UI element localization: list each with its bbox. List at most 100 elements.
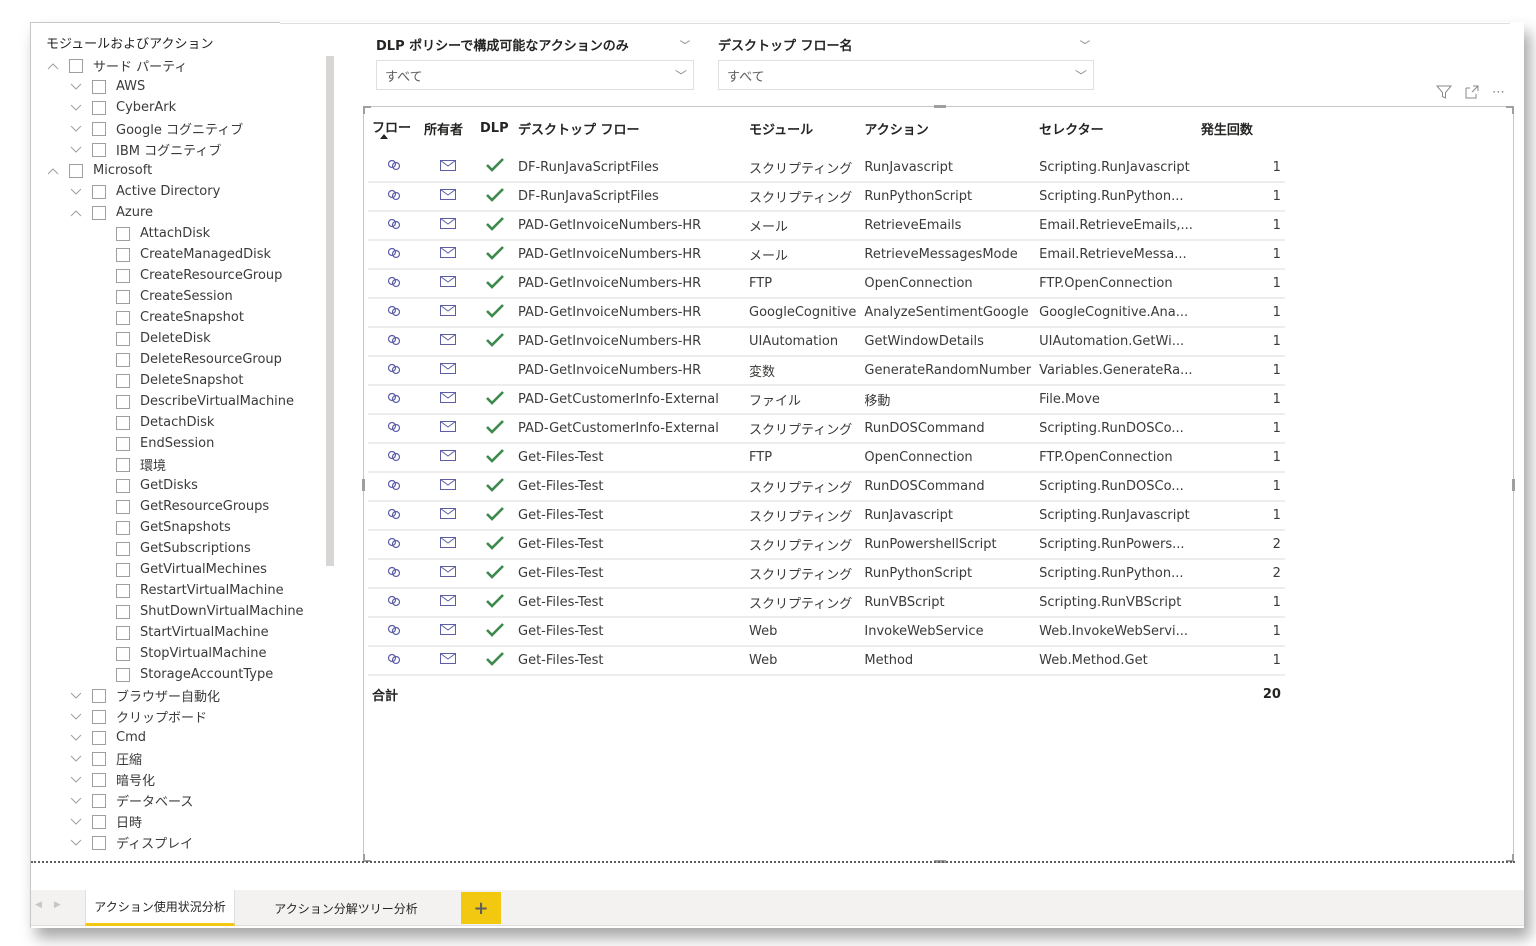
slicer-checkbox[interactable]: [116, 289, 130, 304]
chevron-down-icon[interactable]: [69, 710, 83, 724]
mail-icon[interactable]: [440, 247, 456, 262]
column-header-flow[interactable]: フロー: [368, 115, 420, 141]
flow-link-icon[interactable]: [386, 276, 402, 292]
column-header-count[interactable]: 発生回数: [1197, 115, 1285, 141]
mail-icon[interactable]: [440, 450, 456, 465]
table-row[interactable]: PAD-GetInvoiceNumbers-HR 変数 GenerateRandom…: [368, 356, 1285, 386]
chevron-down-icon[interactable]: [69, 122, 83, 136]
flow-link-icon[interactable]: [386, 305, 402, 321]
flow-link-icon[interactable]: [386, 421, 402, 437]
mail-icon[interactable]: [440, 392, 456, 407]
table-row[interactable]: PAD-GetInvoiceNumbers-HR GoogleCognitive A…: [368, 298, 1285, 328]
resize-handle[interactable]: [362, 479, 365, 491]
resize-handle[interactable]: [934, 105, 946, 108]
flow-link-icon[interactable]: [386, 537, 402, 553]
slicer-item[interactable]: 環境: [46, 454, 340, 475]
slicer-item[interactable]: Google コグニティブ: [46, 118, 340, 139]
table-row[interactable]: PAD-GetCustomerInfo-External スクリプティング RunD…: [368, 414, 1285, 444]
slicer-item[interactable]: 日時: [46, 811, 340, 832]
slicer-item[interactable]: Active Directory: [46, 181, 340, 202]
slicer-checkbox[interactable]: [92, 205, 106, 220]
flow-link-icon[interactable]: [386, 508, 402, 524]
table-row[interactable]: PAD-GetInvoiceNumbers-HR メール RetrieveEmail…: [368, 211, 1285, 241]
mail-icon[interactable]: [440, 276, 456, 291]
slicer-item[interactable]: IBM コグニティブ: [46, 139, 340, 160]
slicer-checkbox[interactable]: [92, 709, 106, 724]
mail-icon[interactable]: [440, 159, 456, 175]
mail-icon[interactable]: [440, 189, 456, 204]
slicer-item[interactable]: StopVirtualMachine: [46, 643, 340, 664]
slicer-item[interactable]: GetSnapshots: [46, 517, 340, 538]
table-row[interactable]: Get-Files-Test Web Method Web.Method.Get 1: [368, 646, 1285, 676]
slicer-item[interactable]: Azure: [46, 202, 340, 223]
dlp-filter-select[interactable]: すべて ﹀: [376, 60, 694, 90]
mail-icon[interactable]: [440, 305, 456, 320]
chevron-down-icon[interactable]: [69, 836, 83, 850]
slicer-checkbox[interactable]: [116, 520, 130, 535]
mail-icon[interactable]: [440, 363, 456, 378]
slicer-checkbox[interactable]: [116, 562, 130, 577]
slicer-item[interactable]: DeleteSnapshot: [46, 370, 340, 391]
slicer-checkbox[interactable]: [116, 625, 130, 640]
flow-link-icon[interactable]: [386, 218, 402, 234]
slicer-item[interactable]: DescribeVirtualMachine: [46, 391, 340, 412]
table-row[interactable]: DF-RunJavaScriptFiles スクリプティング RunJavascri…: [368, 153, 1285, 183]
focus-mode-icon[interactable]: [1464, 84, 1480, 100]
add-page-button[interactable]: +: [461, 892, 501, 924]
slicer-checkbox[interactable]: [116, 226, 130, 241]
slicer-checkbox[interactable]: [116, 310, 130, 325]
chevron-down-icon[interactable]: [69, 80, 83, 94]
flow-link-icon[interactable]: [386, 566, 402, 582]
slicer-checkbox[interactable]: [92, 814, 106, 829]
slicer-checkbox[interactable]: [116, 394, 130, 409]
chevron-down-icon[interactable]: [69, 101, 83, 115]
column-header-module[interactable]: モジュール: [745, 115, 860, 141]
slicer-checkbox[interactable]: [116, 373, 130, 388]
slicer-checkbox[interactable]: [92, 688, 106, 703]
flow-link-icon[interactable]: [386, 624, 402, 640]
slicer-item[interactable]: 圧縮: [46, 748, 340, 769]
column-header-selector[interactable]: セレクター: [1035, 115, 1197, 141]
mail-icon[interactable]: [440, 421, 456, 436]
table-row[interactable]: Get-Files-Test スクリプティング RunJavascript Scrip…: [368, 501, 1285, 531]
table-row[interactable]: Get-Files-Test スクリプティング RunDOSCommand Scrip…: [368, 472, 1285, 502]
slicer-checkbox[interactable]: [92, 79, 106, 94]
chevron-down-icon[interactable]: [69, 773, 83, 787]
slicer-checkbox[interactable]: [92, 772, 106, 787]
mail-icon[interactable]: [440, 537, 456, 552]
resize-handle[interactable]: [1506, 106, 1514, 114]
table-row[interactable]: Get-Files-Test スクリプティング RunPowershellScrip…: [368, 530, 1285, 560]
chevron-down-icon[interactable]: [69, 815, 83, 829]
slicer-item[interactable]: GetResourceGroups: [46, 496, 340, 517]
more-options-icon[interactable]: ⋯: [1492, 85, 1506, 100]
slicer-checkbox[interactable]: [116, 415, 130, 430]
column-header-owner[interactable]: 所有者: [420, 115, 476, 141]
slicer-checkbox[interactable]: [116, 247, 130, 262]
slicer-item[interactable]: CreateResourceGroup: [46, 265, 340, 286]
mail-icon[interactable]: [440, 479, 456, 494]
mail-icon[interactable]: [440, 653, 456, 668]
flow-link-icon[interactable]: [386, 595, 402, 611]
table-row[interactable]: PAD-GetCustomerInfo-External ファイル 移動 File.M…: [368, 385, 1285, 415]
slicer-item[interactable]: RestartVirtualMachine: [46, 580, 340, 601]
slicer-checkbox[interactable]: [69, 163, 83, 178]
slicer-item[interactable]: Microsoft: [46, 160, 340, 181]
table-row[interactable]: DF-RunJavaScriptFiles スクリプティング RunPythonSc…: [368, 182, 1285, 212]
column-header-desktop-flow[interactable]: デスクトップ フロー: [514, 115, 745, 141]
mail-icon[interactable]: [440, 218, 456, 233]
slicer-item[interactable]: CreateManagedDisk: [46, 244, 340, 265]
flow-name-filter-header[interactable]: デスクトップ フロー名 ﹀: [718, 34, 1094, 54]
slicer-item[interactable]: AttachDisk: [46, 223, 340, 244]
slicer-item[interactable]: ShutDownVirtualMachine: [46, 601, 340, 622]
mail-icon[interactable]: [440, 566, 456, 581]
slicer-item[interactable]: ブラウザー自動化: [46, 685, 340, 706]
slicer-checkbox[interactable]: [92, 184, 106, 199]
flow-link-icon[interactable]: [386, 653, 402, 669]
resize-handle[interactable]: [1512, 479, 1515, 491]
slicer-checkbox[interactable]: [92, 100, 106, 115]
slicer-checkbox[interactable]: [92, 121, 106, 136]
tab-action-usage-analysis[interactable]: アクション使用状況分析: [85, 890, 235, 926]
chevron-up-icon[interactable]: [46, 59, 60, 73]
column-header-dlp[interactable]: DLP: [476, 115, 514, 141]
filter-icon[interactable]: [1436, 84, 1452, 100]
